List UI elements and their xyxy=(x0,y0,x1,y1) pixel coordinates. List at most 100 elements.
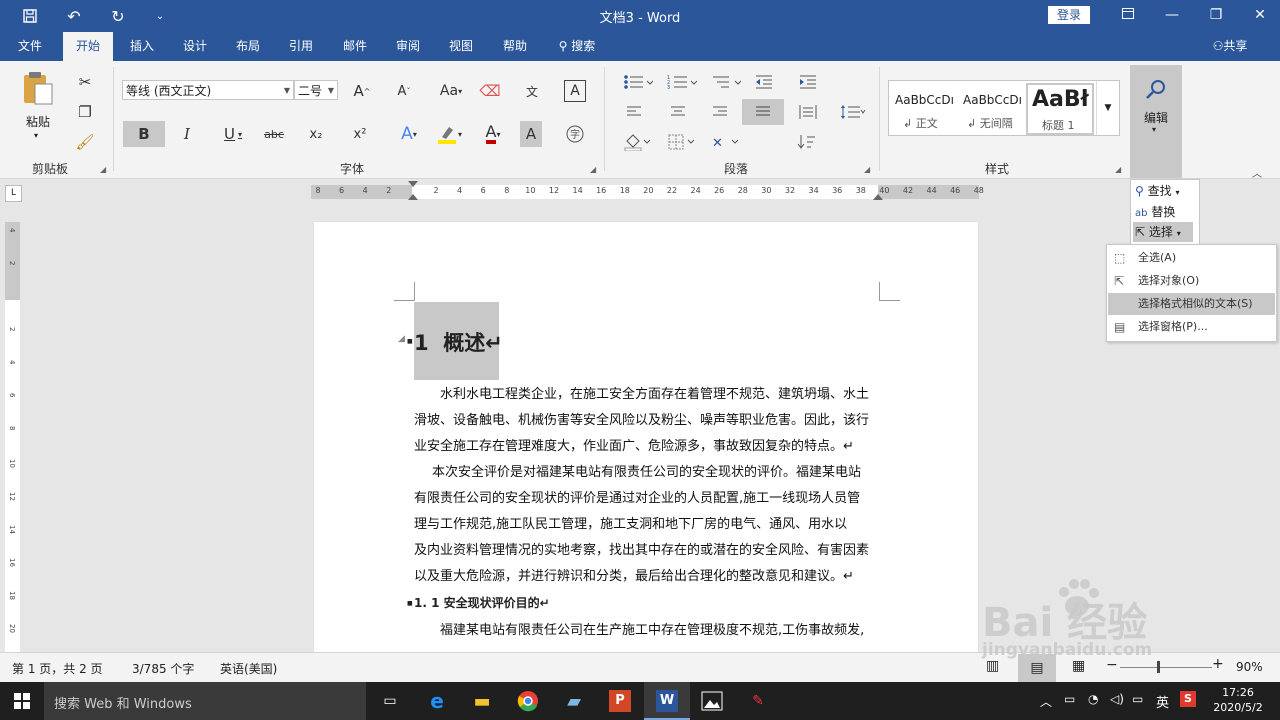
first-line-indent-marker[interactable] xyxy=(408,181,418,187)
tab-references[interactable]: 引用 xyxy=(279,32,323,61)
close-icon[interactable]: ✕ xyxy=(1248,4,1272,26)
volume-icon[interactable]: ◁) xyxy=(1110,692,1124,706)
font-size-combo[interactable]: 二号 ▼ xyxy=(294,80,338,100)
collapse-ribbon-icon[interactable]: ︿ xyxy=(1252,165,1262,180)
heading-2[interactable]: 1. 1 安全现状评价目的↵ xyxy=(414,594,550,611)
text-effects-icon[interactable]: A ▾ xyxy=(394,121,424,147)
superscript-button[interactable]: x² xyxy=(348,121,372,147)
tab-design[interactable]: 设计 xyxy=(173,32,217,61)
copy-icon[interactable]: ❐ xyxy=(74,101,96,123)
character-border-icon[interactable]: A xyxy=(564,80,586,102)
align-left-icon[interactable] xyxy=(622,101,646,123)
styles-launcher-icon[interactable]: ◢ xyxy=(1115,165,1121,174)
clear-formatting-icon[interactable]: ⌫ xyxy=(478,80,502,102)
web-layout-icon[interactable]: ▦ xyxy=(1072,658,1085,674)
enclose-characters-icon[interactable]: 字 xyxy=(564,121,586,147)
read-mode-icon[interactable]: ▥ xyxy=(986,658,999,674)
notes-app-icon[interactable]: ▰ xyxy=(560,687,588,715)
strikethrough-button[interactable]: abc xyxy=(260,121,288,147)
tab-layout[interactable]: 布局 xyxy=(226,32,270,61)
zoom-in-icon[interactable]: + xyxy=(1212,656,1224,672)
line-spacing-icon[interactable] xyxy=(838,101,868,123)
increase-indent-icon[interactable] xyxy=(796,71,820,93)
paragraph-launcher-icon[interactable]: ◢ xyxy=(864,165,870,174)
select-button[interactable]: ⇱ 选择 ▾ xyxy=(1133,222,1193,242)
paste-dropdown-icon[interactable]: ▾ xyxy=(34,131,38,140)
clipboard-launcher-icon[interactable]: ◢ xyxy=(100,165,106,174)
body-paragraph[interactable]: 水利水电工程类企业，在施工安全方面存在着管理不规范、建筑坍塌、水土 滑坡、设备触… xyxy=(414,382,890,460)
find-button[interactable]: ⚲ 查找 ▾ xyxy=(1135,181,1179,201)
select-objects-item[interactable]: ⇱ 选择对象(O) xyxy=(1108,270,1275,292)
tab-review[interactable]: 审阅 xyxy=(386,32,430,61)
tab-search[interactable]: ⚲ 搜索 xyxy=(552,32,602,61)
sogou-ime-icon[interactable]: S xyxy=(1180,691,1196,707)
font-color-button[interactable]: A ▾ xyxy=(476,121,510,147)
tab-help[interactable]: 帮助 xyxy=(493,32,537,61)
editing-button[interactable]: 编辑 ▾ xyxy=(1130,65,1182,178)
paste-icon[interactable] xyxy=(18,69,58,107)
show-hidden-icons[interactable]: ︿ xyxy=(1040,693,1052,710)
page-count[interactable]: 第 1 页，共 2 页 xyxy=(12,660,103,677)
word-count[interactable]: 3/785 个字 xyxy=(132,660,194,677)
select-similar-formatting-item[interactable]: 选择格式相似的文本(S) xyxy=(1108,293,1275,315)
word-taskbar-button[interactable]: W xyxy=(644,682,690,720)
change-case-button[interactable]: Aa ▾ xyxy=(436,80,466,102)
zoom-level[interactable]: 90% xyxy=(1236,660,1263,674)
grow-font-icon[interactable]: A ^ xyxy=(350,80,374,102)
collapse-heading-icon[interactable]: ◢ xyxy=(398,334,405,344)
style-normal[interactable]: AaBbCcDı ↲ 正文 xyxy=(889,81,957,135)
shading-icon[interactable] xyxy=(620,131,654,153)
chrome-browser-icon[interactable] xyxy=(514,687,542,715)
format-painter-icon[interactable]: 🖌 xyxy=(74,131,96,153)
chinese-layout-icon[interactable]: ✕ xyxy=(708,131,742,153)
zoom-slider[interactable] xyxy=(1120,667,1212,668)
zoom-slider-thumb[interactable] xyxy=(1157,661,1160,673)
login-button[interactable]: 登录 xyxy=(1048,6,1090,24)
select-all-item[interactable]: ⬚ 全选(A) xyxy=(1108,247,1275,269)
tab-file[interactable]: 文件 xyxy=(8,32,52,61)
tab-home[interactable]: 开始 xyxy=(63,32,113,61)
justify-icon[interactable] xyxy=(742,99,784,125)
underline-button[interactable]: U ▾ xyxy=(216,121,250,147)
borders-icon[interactable] xyxy=(664,131,698,153)
heading-1[interactable]: 1 概述↵ xyxy=(414,327,503,357)
font-name-combo[interactable]: 等线 (西文正文) ▼ xyxy=(122,80,294,100)
font-launcher-icon[interactable]: ◢ xyxy=(590,165,596,174)
shrink-font-icon[interactable]: Aˇ xyxy=(392,80,416,102)
multilevel-list-icon[interactable] xyxy=(708,71,744,93)
customize-quick-access-icon[interactable]: ⌄ xyxy=(150,6,170,26)
document-page[interactable]: ◢ ■ 1 概述↵ 水利水电工程类企业，在施工安全方面存在着管理不规范、建筑坍塌… xyxy=(314,222,978,652)
tab-mailings[interactable]: 邮件 xyxy=(333,32,377,61)
tab-insert[interactable]: 插入 xyxy=(120,32,164,61)
distributed-icon[interactable] xyxy=(796,101,820,123)
bold-button[interactable]: B xyxy=(123,121,165,147)
minimize-icon[interactable]: — xyxy=(1160,4,1184,26)
horizontal-ruler[interactable]: 8 6 4 2 2 4 6 8 10 12 14 16 18 20 22 24 26 28 30 32 34 36 38 40… xyxy=(311,181,984,200)
align-center-icon[interactable] xyxy=(666,101,690,123)
body-paragraph[interactable]: 本次安全评价是对福建某电站有限责任公司的安全现状的评价。福建某电站 有限责任公司… xyxy=(414,460,890,590)
subscript-button[interactable]: x₂ xyxy=(304,121,328,147)
network-icon[interactable]: ▭ xyxy=(1064,692,1075,706)
edge-browser-icon[interactable]: e xyxy=(423,687,451,715)
body-paragraph[interactable]: 福建某电站有限责任公司在生产施工中存在管理极度不规范,工伤事故频发, xyxy=(414,618,894,644)
style-no-spacing[interactable]: AaBbCcDı ↲ 无间隔 xyxy=(957,81,1025,135)
save-icon[interactable] xyxy=(20,6,40,26)
windows-start-icon[interactable] xyxy=(8,687,36,715)
right-indent-marker[interactable] xyxy=(873,194,883,200)
hanging-indent-marker[interactable] xyxy=(408,194,418,200)
styles-more-icon[interactable]: ▼ xyxy=(1096,81,1119,135)
phonetic-guide-icon[interactable]: 文 xyxy=(520,80,544,102)
replace-button[interactable]: ab 替换 xyxy=(1135,202,1175,222)
align-right-icon[interactable] xyxy=(708,101,732,123)
file-explorer-icon[interactable]: ▬ xyxy=(468,687,496,715)
paint-app-icon[interactable]: ✎ xyxy=(744,687,772,715)
ime-indicator[interactable]: 英 xyxy=(1156,692,1169,711)
wifi-icon[interactable]: ◔ xyxy=(1088,692,1098,706)
bullets-icon[interactable] xyxy=(620,71,656,93)
photos-app-icon[interactable] xyxy=(698,687,726,715)
taskbar-clock[interactable]: 17:26 2020/5/2 xyxy=(1210,685,1266,715)
decrease-indent-icon[interactable] xyxy=(752,71,776,93)
share-button[interactable]: ⚇共享 xyxy=(1206,32,1254,61)
vertical-ruler[interactable]: 4 2 2 4 6 8 10 12 14 16 18 20 xyxy=(5,222,20,652)
language-indicator[interactable]: 英语(美国) xyxy=(220,660,277,677)
